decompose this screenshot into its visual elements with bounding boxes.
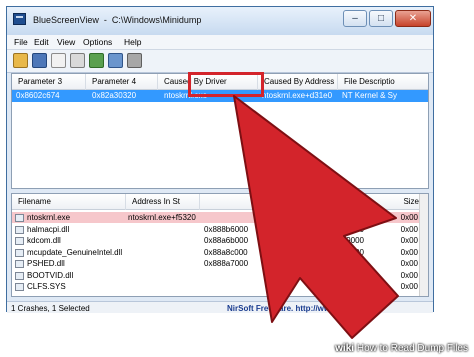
wikihow-watermark: wiki How to Read Dump Files	[335, 343, 468, 354]
red-pointer-arrow-icon	[233, 95, 399, 339]
wikihow-article-title: How to Read Dump Files	[356, 343, 468, 354]
wikihow-brand: wiki	[335, 343, 355, 354]
